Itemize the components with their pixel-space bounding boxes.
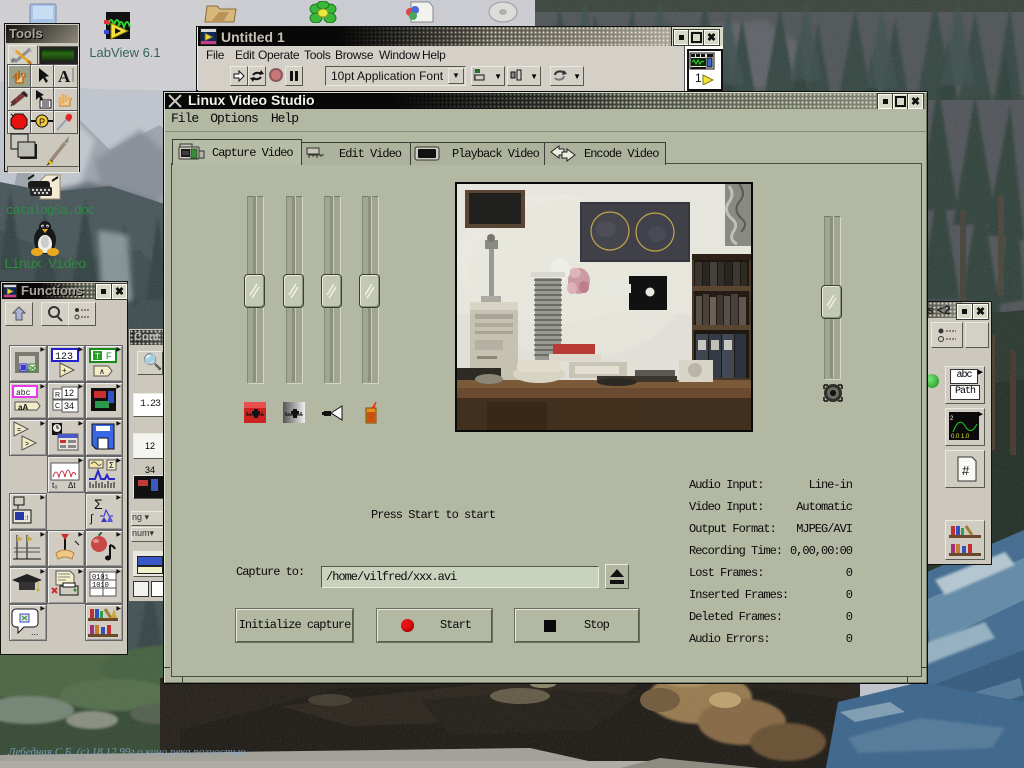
- svg-text:0101: 0101: [92, 574, 109, 582]
- svg-text:∫: ∫: [89, 513, 94, 525]
- svg-text:1010: 1010: [92, 582, 109, 590]
- svg-text:+: +: [62, 366, 67, 375]
- svg-text:P: P: [39, 117, 45, 127]
- svg-text:C: C: [55, 403, 60, 410]
- svg-text:0.0 1.0: 0.0 1.0: [951, 434, 970, 440]
- svg-text:F: F: [106, 351, 112, 361]
- svg-text:R: R: [55, 392, 60, 399]
- svg-text:∧: ∧: [99, 367, 105, 376]
- svg-text:123: 123: [55, 352, 73, 363]
- svg-text:34: 34: [64, 401, 74, 411]
- svg-text:=: =: [17, 427, 21, 434]
- svg-text:Лебедная С.Б. (с) 18.12.99г о: Лебедная С.Б. (с) 18.12.99г о кино река …: [7, 746, 246, 758]
- svg-text:>: >: [25, 441, 29, 448]
- svg-text:#: #: [962, 463, 970, 478]
- svg-text::!: :!: [25, 516, 29, 522]
- svg-text:t₀: t₀: [52, 481, 58, 490]
- svg-text:A: A: [58, 67, 71, 86]
- svg-text:T: T: [95, 352, 100, 361]
- svg-text:...: ...: [31, 627, 39, 637]
- svg-text:Σ: Σ: [109, 461, 114, 470]
- svg-text:Δt: Δt: [68, 481, 76, 490]
- svg-text:1: 1: [695, 71, 702, 85]
- svg-text:Σ: Σ: [94, 496, 103, 512]
- svg-text:abc: abc: [16, 389, 31, 398]
- svg-text:2: 2: [950, 416, 954, 422]
- svg-text:aA: aA: [18, 403, 28, 412]
- svg-text:12: 12: [64, 388, 74, 398]
